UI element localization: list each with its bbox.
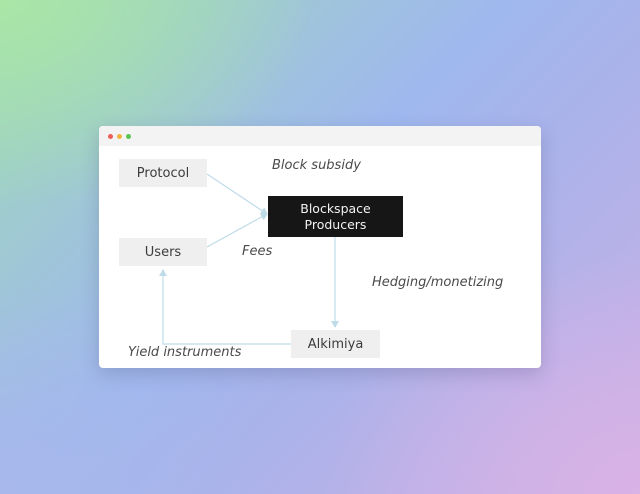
users-node-label: Users	[144, 244, 182, 260]
alkimiya-node-label: Alkimiya	[307, 336, 364, 352]
blockspace-producers-node: Blockspace Producers	[268, 196, 403, 237]
producers-node-label-line2: Producers	[304, 216, 367, 232]
edge-alkimiya-to-users	[159, 269, 291, 345]
app-window: Protocol Users Blockspace Producers Alki…	[99, 126, 541, 368]
hedging-monetizing-label: Hedging/monetizing	[372, 275, 504, 290]
fees-label: Fees	[242, 244, 273, 259]
block-subsidy-label: Block subsidy	[272, 158, 361, 173]
users-node: Users	[119, 238, 207, 266]
protocol-node: Protocol	[119, 159, 207, 187]
protocol-node-label: Protocol	[136, 165, 190, 181]
edge-protocol-to-producers	[206, 173, 268, 215]
alkimiya-node: Alkimiya	[291, 330, 380, 358]
edge-users-to-producers	[206, 213, 268, 248]
producers-node-label-line1: Blockspace	[300, 200, 371, 216]
yield-instruments-label: Yield instruments	[128, 345, 242, 360]
diagram-canvas: Protocol Users Blockspace Producers Alki…	[99, 126, 541, 368]
